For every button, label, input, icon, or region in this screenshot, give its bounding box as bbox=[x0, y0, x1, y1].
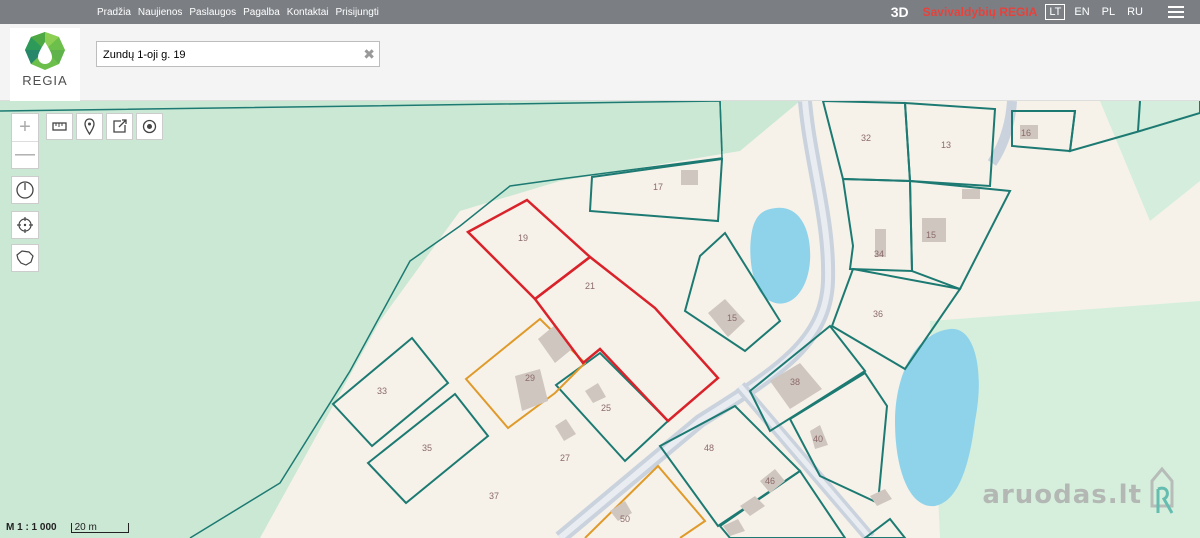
parcel-label: 33 bbox=[377, 386, 387, 396]
zoom-out-button[interactable]: — bbox=[12, 142, 38, 169]
pin-button[interactable] bbox=[76, 113, 103, 140]
map-scale: M 1 : 1 000 20 m bbox=[6, 522, 129, 533]
geolocate-button[interactable] bbox=[11, 211, 39, 239]
nav-news[interactable]: Naujienos bbox=[138, 7, 182, 18]
main-nav: Pradžia Naujienos Paslaugos Pagalba Kont… bbox=[97, 0, 379, 24]
parcel-label: 29 bbox=[525, 373, 535, 383]
nav-contacts[interactable]: Kontaktai bbox=[287, 7, 329, 18]
map-pin-icon bbox=[84, 118, 95, 136]
parcel-label: 38 bbox=[790, 377, 800, 387]
logo-text: REGIA bbox=[22, 73, 68, 88]
regia-logo-icon bbox=[25, 32, 65, 70]
lithuania-map-icon bbox=[16, 250, 34, 266]
nav-help[interactable]: Pagalba bbox=[243, 7, 280, 18]
share-icon bbox=[113, 119, 127, 133]
nav-services[interactable]: Paslaugos bbox=[189, 7, 236, 18]
logo[interactable]: REGIA bbox=[10, 28, 80, 108]
header: REGIA ✖ bbox=[0, 24, 1200, 108]
parcel-label: 16 bbox=[1021, 128, 1031, 138]
3d-button[interactable]: 3D bbox=[891, 4, 909, 20]
lang-en[interactable]: EN bbox=[1071, 5, 1092, 19]
lang-pl[interactable]: PL bbox=[1099, 5, 1118, 19]
parcel-label: 19 bbox=[518, 233, 528, 243]
measure-button[interactable] bbox=[46, 113, 73, 140]
parcel-label: 50 bbox=[620, 514, 630, 524]
crosshair-icon bbox=[17, 217, 33, 233]
parcel-label: 40 bbox=[813, 434, 823, 444]
map-canvas[interactable]: 19 21 17 32 13 16 34 15 15 36 33 35 29 2… bbox=[0, 101, 1200, 538]
parcel-label: 15 bbox=[926, 230, 936, 240]
scale-ratio: M 1 : 1 000 bbox=[6, 522, 57, 533]
search-input[interactable] bbox=[101, 46, 355, 64]
parcel-label: 46 bbox=[765, 476, 775, 486]
top-bar: Pradžia Naujienos Paslaugos Pagalba Kont… bbox=[0, 0, 1200, 24]
parcel-label: 27 bbox=[560, 453, 570, 463]
watermark: aruodas.lt bbox=[982, 480, 1142, 510]
compass-icon bbox=[16, 181, 34, 199]
nav-login[interactable]: Prisijungti bbox=[336, 7, 379, 18]
parcel-label: 34 bbox=[874, 249, 884, 259]
parcel-label: 35 bbox=[422, 443, 432, 453]
search-box[interactable]: ✖ bbox=[96, 41, 380, 67]
country-extent-button[interactable] bbox=[11, 244, 39, 272]
zoom-in-button[interactable]: + bbox=[12, 114, 38, 141]
lang-ru[interactable]: RU bbox=[1124, 5, 1146, 19]
locate-button[interactable] bbox=[136, 113, 163, 140]
menu-icon[interactable] bbox=[1168, 3, 1184, 21]
clear-search-icon[interactable]: ✖ bbox=[363, 46, 375, 62]
compass-button[interactable] bbox=[11, 176, 39, 204]
parcel-label: 21 bbox=[585, 281, 595, 291]
brand-link[interactable]: Savivaldybių REGIA bbox=[923, 5, 1038, 19]
parcel-label: 48 bbox=[704, 443, 714, 453]
lang-lt[interactable]: LT bbox=[1045, 4, 1066, 20]
parcel-label: 37 bbox=[489, 491, 499, 501]
nav-home[interactable]: Pradžia bbox=[97, 7, 131, 18]
right-nav: 3D Savivaldybių REGIA LT EN PL RU bbox=[891, 0, 1200, 24]
target-icon bbox=[142, 119, 157, 134]
parcel-label: 25 bbox=[601, 403, 611, 413]
map-view[interactable]: 19 21 17 32 13 16 34 15 15 36 33 35 29 2… bbox=[0, 101, 1200, 538]
scale-bar: 20 m bbox=[70, 522, 129, 533]
zoom-controls: + — bbox=[11, 113, 39, 169]
parcel-label: 13 bbox=[941, 140, 951, 150]
parcel-label: 17 bbox=[653, 182, 663, 192]
parcel-label: 32 bbox=[861, 133, 871, 143]
parcel-label: 36 bbox=[873, 309, 883, 319]
parcel-label: 15 bbox=[727, 313, 737, 323]
share-button[interactable] bbox=[106, 113, 133, 140]
ruler-icon bbox=[52, 122, 67, 131]
